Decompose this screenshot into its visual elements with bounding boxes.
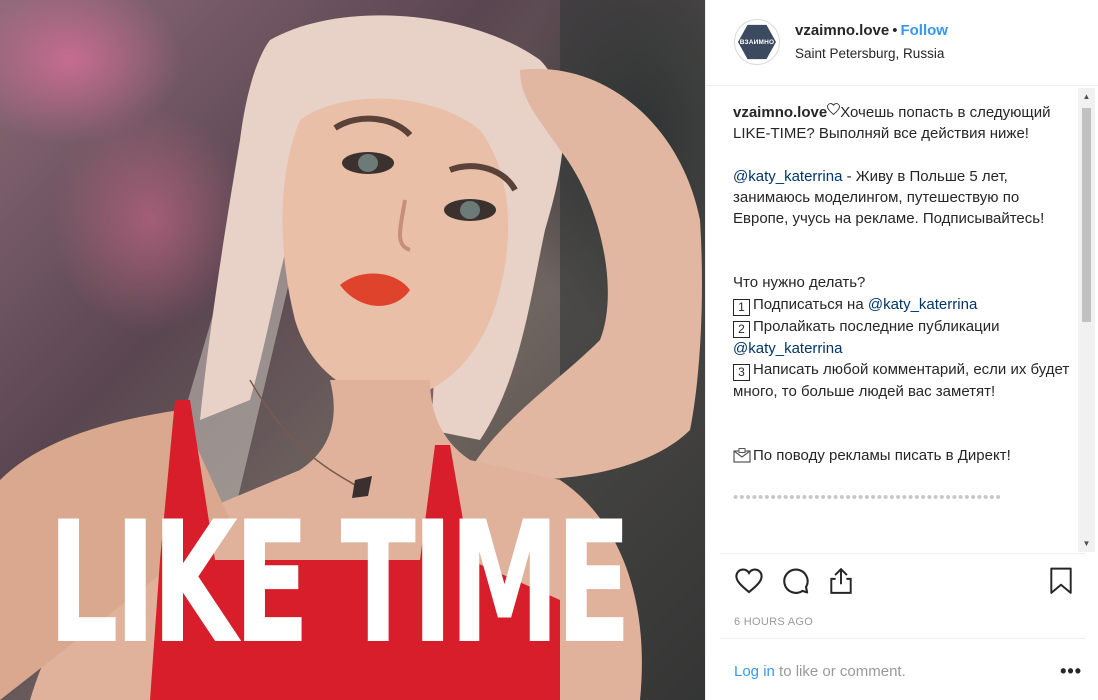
more-options-icon[interactable]: ••• xyxy=(1060,661,1082,682)
scroll-down-arrow-icon[interactable]: ▼ xyxy=(1078,535,1095,552)
caption-ads-text: По поводу рекламы писать в Директ! xyxy=(753,446,1011,464)
avatar[interactable]: ВЗАИМНО xyxy=(734,19,780,65)
step-1-mention-link[interactable]: @katy_katerrina xyxy=(868,296,977,313)
caption-author[interactable]: vzaimno.love xyxy=(733,104,827,121)
post-photo[interactable]: LIKE TIME xyxy=(0,0,705,700)
caption-step-2: 2 Пролайкать последние публикации @katy_k… xyxy=(733,316,1073,359)
caption-ads-line: По поводу рекламы писать в Директ! xyxy=(733,445,1073,466)
post-actions: 6 HOURS AGO xyxy=(720,553,1086,643)
separator-dot: • xyxy=(892,22,898,39)
caption-mention-link[interactable]: @katy_katerrina xyxy=(733,168,842,185)
share-upload-icon xyxy=(830,567,852,594)
envelope-icon xyxy=(733,447,751,463)
caption-step-3: 3 Написать любой комментарий, если их буд… xyxy=(733,359,1073,402)
post-header: ВЗАИМНО vzaimno.love • Follow Saint Peters… xyxy=(706,0,1098,86)
username-link[interactable]: vzaimno.love xyxy=(795,22,889,39)
step-number-badge: 2 xyxy=(733,320,750,338)
scroll-up-arrow-icon[interactable]: ▲ xyxy=(1078,88,1095,105)
caption-what-to-do: Что нужно делать? xyxy=(733,274,866,292)
caption-step-1: 1 Подписаться на @katy_katerrina xyxy=(733,294,1073,316)
step-number-badge: 1 xyxy=(733,298,750,316)
caption-scrollbar[interactable]: ▲ ▼ xyxy=(1078,88,1095,552)
post-caption: vzaimno.love Хочешь попасть в следующий L… xyxy=(733,102,1073,557)
post-timestamp[interactable]: 6 HOURS AGO xyxy=(734,616,813,628)
step-1-text: Подписаться на xyxy=(753,295,868,313)
like-time-overlay-text: LIKE TIME xyxy=(48,485,631,681)
follow-button[interactable]: Follow xyxy=(900,22,948,39)
avatar-logo-text: ВЗАИМНО xyxy=(739,38,775,46)
heart-outline-icon xyxy=(735,568,763,594)
scrollbar-thumb[interactable] xyxy=(1082,108,1091,322)
login-link[interactable]: Log in xyxy=(734,663,775,680)
step-2-mention-link[interactable]: @katy_katerrina xyxy=(733,340,842,357)
avatar-logo: ВЗАИМНО xyxy=(738,24,776,60)
share-button[interactable] xyxy=(826,566,856,596)
header-title-line: vzaimno.love • Follow xyxy=(795,22,948,39)
like-button[interactable] xyxy=(734,566,764,596)
login-prompt: Log in to like or comment. xyxy=(734,663,906,680)
bookmark-icon xyxy=(1050,567,1072,594)
step-3-text: Написать любой комментарий, если их буде… xyxy=(733,360,1070,400)
location-link[interactable]: Saint Petersburg, Russia xyxy=(795,46,944,61)
comment-bubble-icon xyxy=(783,568,809,594)
post-footer: Log in to like or comment. ••• xyxy=(720,638,1086,700)
save-button[interactable] xyxy=(1046,566,1076,596)
login-prompt-text: to like or comment. xyxy=(774,663,906,680)
post-sidebar: ВЗАИМНО vzaimno.love • Follow Saint Peters… xyxy=(705,0,1098,700)
step-2-text: Пролайкать последние публикации xyxy=(753,317,1000,335)
comment-button[interactable] xyxy=(781,566,811,596)
heart-outline-icon xyxy=(827,103,841,115)
step-number-badge: 3 xyxy=(733,363,750,381)
caption-trailing-dots: ••••••••••••••••••••••••••••••••••••••••… xyxy=(733,489,1002,507)
